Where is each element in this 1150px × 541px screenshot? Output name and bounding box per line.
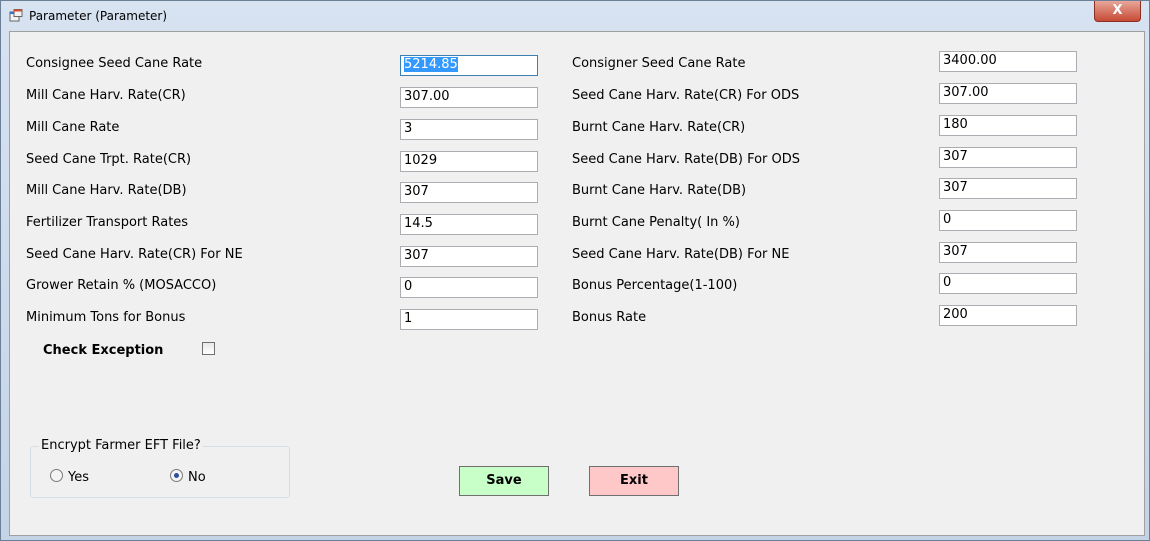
radio-yes-label[interactable]: Yes xyxy=(68,470,89,485)
radio-no[interactable] xyxy=(170,469,183,482)
mill-cane-harv-rate-db-input[interactable]: 307 xyxy=(400,182,538,203)
seed-cane-harv-rate-db-ne-input[interactable]: 307 xyxy=(939,242,1077,263)
title-bar: Parameter (Parameter) X xyxy=(1,1,1149,31)
field-label: Mill Cane Harv. Rate(CR) xyxy=(26,88,186,103)
encrypt-eft-group-title: Encrypt Farmer EFT File? xyxy=(39,438,203,453)
close-icon: X xyxy=(1112,3,1123,18)
field-label: Mill Cane Rate xyxy=(26,120,120,135)
burnt-cane-harv-rate-db-input[interactable]: 307 xyxy=(939,178,1077,199)
field-label: Bonus Percentage(1-100) xyxy=(572,278,738,293)
consigner-seed-cane-rate-input[interactable]: 3400.00 xyxy=(939,51,1077,72)
bonus-percentage-input[interactable]: 0 xyxy=(939,273,1077,294)
field-label: Seed Cane Harv. Rate(DB) For ODS xyxy=(572,152,801,167)
check-exception-label: Check Exception xyxy=(43,343,164,358)
seed-cane-harv-rate-db-ods-input[interactable]: 307 xyxy=(939,147,1077,168)
field-label: Seed Cane Harv. Rate(DB) For NE xyxy=(572,247,790,262)
seed-cane-harv-rate-cr-ods-input[interactable]: 307.00 xyxy=(939,83,1077,104)
field-label: Seed Cane Harv. Rate(CR) For ODS xyxy=(572,88,800,103)
minimum-tons-for-bonus-input[interactable]: 1 xyxy=(400,309,538,330)
burnt-cane-harv-rate-cr-input[interactable]: 180 xyxy=(939,115,1077,136)
field-label: Bonus Rate xyxy=(572,310,647,325)
radio-no-label[interactable]: No xyxy=(188,470,206,485)
consignee-seed-cane-rate-input[interactable]: 5214.85 xyxy=(400,55,538,76)
bonus-rate-input[interactable]: 200 xyxy=(939,305,1077,326)
exit-button[interactable]: Exit xyxy=(589,466,679,496)
save-button[interactable]: Save xyxy=(459,466,549,496)
field-label: Consigner Seed Cane Rate xyxy=(572,56,746,71)
window-app-icon xyxy=(9,9,23,22)
dialog-client-area: Consignee Seed Cane Rate 5214.85 Mill Ca… xyxy=(9,31,1145,536)
mill-cane-rate-input[interactable]: 3 xyxy=(400,119,538,140)
field-label: Mill Cane Harv. Rate(DB) xyxy=(26,183,187,198)
field-label: Fertilizer Transport Rates xyxy=(26,215,189,230)
seed-cane-trpt-rate-cr-input[interactable]: 1029 xyxy=(400,151,538,172)
check-exception-checkbox[interactable] xyxy=(202,342,215,355)
fertilizer-transport-rates-input[interactable]: 14.5 xyxy=(400,214,538,235)
field-label: Burnt Cane Harv. Rate(CR) xyxy=(572,120,746,135)
parameter-dialog: Parameter (Parameter) X Consignee Seed C… xyxy=(0,0,1150,541)
field-label: Burnt Cane Penalty( In %) xyxy=(572,215,740,230)
grower-retain-input[interactable]: 0 xyxy=(400,277,538,298)
seed-cane-harv-rate-cr-ne-input[interactable]: 307 xyxy=(400,246,538,267)
field-label: Consignee Seed Cane Rate xyxy=(26,56,203,71)
close-button[interactable]: X xyxy=(1094,1,1141,22)
field-label: Burnt Cane Harv. Rate(DB) xyxy=(572,183,747,198)
field-label: Seed Cane Trpt. Rate(CR) xyxy=(26,152,192,167)
encrypt-eft-group: Encrypt Farmer EFT File? Yes No xyxy=(30,438,290,498)
field-label: Minimum Tons for Bonus xyxy=(26,310,186,325)
window-title: Parameter (Parameter) xyxy=(29,9,168,23)
radio-yes[interactable] xyxy=(50,469,63,482)
field-label: Grower Retain % (MOSACCO) xyxy=(26,278,217,293)
burnt-cane-penalty-input[interactable]: 0 xyxy=(939,210,1077,231)
mill-cane-harv-rate-cr-input[interactable]: 307.00 xyxy=(400,87,538,108)
field-label: Seed Cane Harv. Rate(CR) For NE xyxy=(26,247,243,262)
